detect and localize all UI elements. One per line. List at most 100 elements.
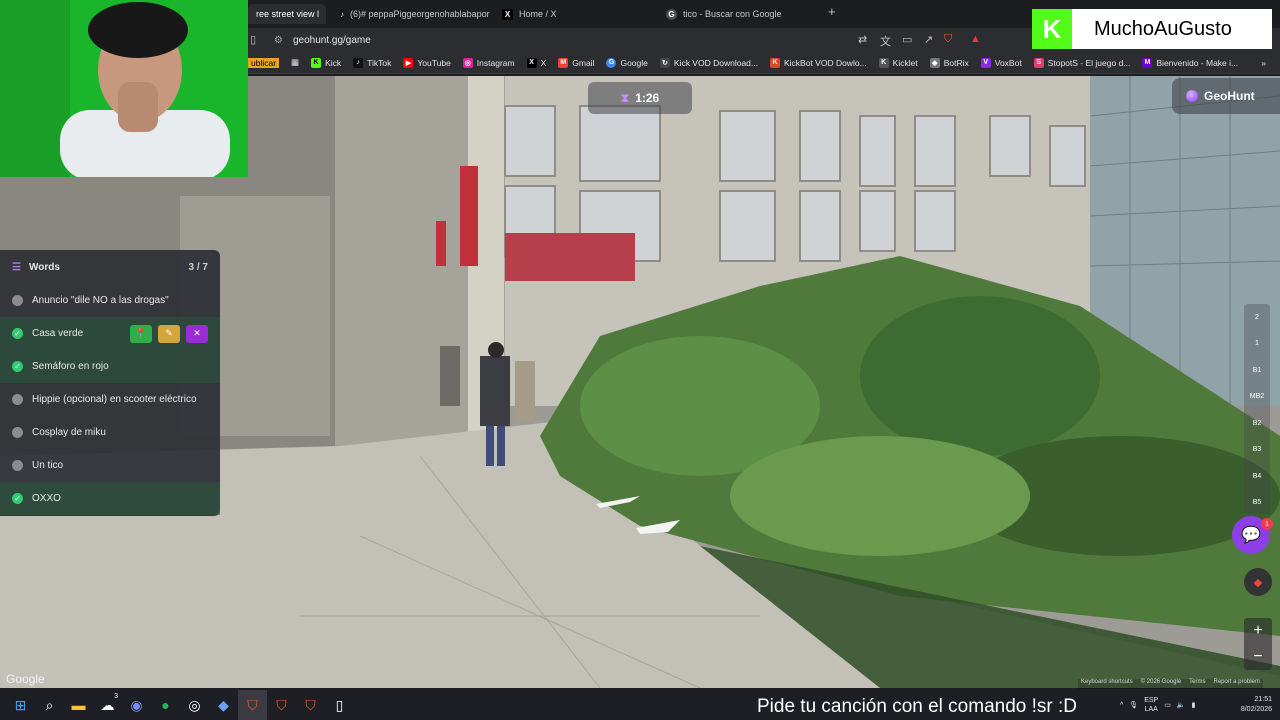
google-icon: G [666, 8, 677, 20]
rewards-icon[interactable]: ▲ [970, 33, 981, 45]
word-actions: 📍 ✎ ✕ [130, 324, 208, 343]
tab-tiktok[interactable]: ♪ (6)# peppaPiggeorgenohablabaporq [340, 4, 490, 24]
lang-icon[interactable]: 文 [880, 33, 891, 49]
tab-x[interactable]: X Home / X [502, 4, 642, 24]
weather-icon[interactable]: ☁ 3 [93, 690, 122, 720]
notepad-icon[interactable]: ▯ [325, 690, 354, 720]
tiktok-icon: ♪ [353, 57, 364, 68]
instagram-icon: ◎ [462, 57, 473, 68]
floor-option[interactable]: 2 [1244, 304, 1270, 331]
report-problem-link[interactable]: Report a problem [1214, 679, 1260, 689]
zoom-out-button[interactable]: − [1244, 644, 1272, 670]
file-explorer-icon[interactable]: ▬ [64, 690, 93, 720]
language-indicator[interactable]: ESP LAA [1144, 696, 1158, 714]
spotify-icon[interactable]: ● [151, 690, 180, 720]
floor-option[interactable]: B4 [1244, 463, 1270, 490]
edit-button[interactable]: ✎ [158, 324, 180, 343]
bookmark-youtube[interactable]: ▶ YouTube [403, 57, 451, 68]
bookmark-instagram[interactable]: ◎ Instagram [462, 57, 515, 68]
share-icon[interactable]: ↗ [924, 33, 933, 46]
bookmark-label: Kick [325, 57, 342, 68]
word-item[interactable]: Anuncio "dile NO a las drogas" [0, 284, 220, 317]
brave-profile-2-icon[interactable]: ⛉ [296, 690, 325, 720]
battery-icon[interactable]: ▮ [1192, 701, 1196, 709]
tab-title: tico - Buscar con Google [683, 9, 782, 19]
word-item[interactable]: ✓ Semáforo en rojo [0, 350, 220, 383]
app-icon[interactable]: ◆ [209, 690, 238, 720]
word-label: Hippie (opcional) en scooter eléctrico [32, 394, 197, 405]
bookmark-botrix[interactable]: ◆ BotRix [929, 57, 969, 68]
floor-option[interactable]: MB2 [1244, 384, 1270, 411]
keyboard-shortcuts-link[interactable]: Keyboard shortcuts [1081, 679, 1133, 689]
tab-title: (6)# peppaPiggeorgenohablabaporq [350, 9, 490, 19]
word-label: Un tico [32, 460, 64, 471]
zoom-in-button[interactable]: + [1244, 618, 1272, 644]
remove-button[interactable]: ✕ [186, 324, 208, 343]
display-icon[interactable]: ▭ [1164, 701, 1171, 709]
screen-icon[interactable]: ▭ [902, 33, 912, 46]
chevron-up-icon[interactable]: ^ [1120, 702, 1123, 709]
bookmark-stopots[interactable]: S StopotS - El juego d... [1033, 57, 1130, 68]
map-attribution: Keyboard shortcuts © 2026 Google Terms R… [1078, 679, 1263, 689]
obs-icon[interactable]: ◎ [180, 690, 209, 720]
botrix-icon: ◆ [929, 57, 940, 68]
channel-name: MuchoAuGusto [1094, 17, 1232, 40]
site-settings-icon[interactable]: ⚙ [274, 35, 283, 46]
word-item[interactable]: Cosplay de miku [0, 416, 220, 449]
kick-vod-icon: ↻ [659, 57, 670, 68]
search-icon[interactable]: ⌕ [35, 690, 64, 720]
clock[interactable]: 21:51 8/02/2026 [1241, 695, 1280, 715]
new-tab-button[interactable]: + [828, 4, 836, 19]
word-item[interactable]: ✓ Casa verde 📍 ✎ ✕ [0, 317, 220, 350]
tiktok-icon: ♪ [340, 8, 344, 20]
url-text: geohunt.gg/game [292, 34, 371, 46]
bookmark-x[interactable]: X X [526, 57, 546, 68]
translate-icon[interactable]: ⇄ [858, 33, 867, 46]
brave-shield-icon[interactable]: ⛉ [944, 33, 952, 46]
brave-icon[interactable]: ⛉ [238, 690, 267, 720]
bookmark-gmail[interactable]: M Gmail [558, 57, 594, 68]
floor-option[interactable]: B3 [1244, 437, 1270, 464]
floor-option[interactable]: 1 [1244, 331, 1270, 358]
apps-grid-icon[interactable]: ▦ [291, 57, 299, 68]
more-bookmarks-icon[interactable]: » [1261, 58, 1266, 68]
bookmark-icon[interactable]: ▯ [250, 33, 256, 46]
compass-icon[interactable]: ◆ [1244, 568, 1272, 596]
floor-option[interactable]: B1 [1244, 357, 1270, 384]
voxbot-icon: V [980, 57, 991, 68]
windows-start-icon[interactable]: ⊞ [6, 690, 35, 720]
word-item[interactable]: Hippie (opcional) en scooter eléctrico [0, 383, 220, 416]
bookmark-kickbot[interactable]: K KickBot VOD Dowlo... [769, 57, 867, 68]
list-icon: ☰ [12, 261, 21, 273]
bookmark-tiktok[interactable]: ♪ TikTok [353, 57, 391, 68]
tab-google[interactable]: G tico - Buscar con Google [666, 4, 816, 24]
youtube-icon: ▶ [403, 57, 414, 68]
chat-button[interactable]: 💬 1 [1232, 516, 1273, 554]
terms-link[interactable]: Terms [1189, 679, 1205, 689]
tab-title: ree street view l [256, 9, 320, 19]
tab-geohunt[interactable]: ree street view l ✕ [248, 4, 326, 24]
x-icon: X [526, 57, 537, 68]
windows-taskbar: ⊞ ⌕ ▬ ☁ 3 ◉ ● ◎ ◆ ⛉ ⛉ ⛉ ▯ [0, 690, 1280, 720]
bookmark-kick[interactable]: K Kick [311, 57, 342, 68]
brave-profile-icon[interactable]: ⛉ [267, 690, 296, 720]
word-item[interactable]: Un tico [0, 449, 220, 482]
microphone-icon[interactable]: 🎙 [1129, 701, 1138, 709]
bookmark-kicklet[interactable]: K Kicklet [878, 57, 918, 68]
words-panel: ☰ Words 3 / 7 Anuncio "dile NO a las dro… [0, 250, 220, 516]
locate-button[interactable]: 📍 [130, 324, 152, 343]
floor-option[interactable]: B5 [1244, 490, 1270, 517]
chat-badge: 1 [1261, 518, 1273, 530]
google-logo: Google [6, 672, 45, 686]
bookmark-google[interactable]: G Google [606, 57, 648, 68]
floor-option[interactable]: B2 [1244, 410, 1270, 437]
volume-icon[interactable]: 🔈 [1177, 701, 1186, 709]
bookmark-make[interactable]: M Bienvenido - Make i... [1142, 57, 1238, 68]
discord-icon[interactable]: ◉ [122, 690, 151, 720]
clock-time: 21:51 [1254, 696, 1272, 703]
bookmark-publish[interactable]: ublicar [248, 57, 280, 68]
bookmark-voxbot[interactable]: V VoxBot [980, 57, 1022, 68]
words-title: Words [28, 261, 60, 273]
word-item[interactable]: ✓ OXXO [0, 482, 220, 515]
bookmark-kick-vod[interactable]: ↻ Kick VOD Download... [659, 57, 758, 68]
